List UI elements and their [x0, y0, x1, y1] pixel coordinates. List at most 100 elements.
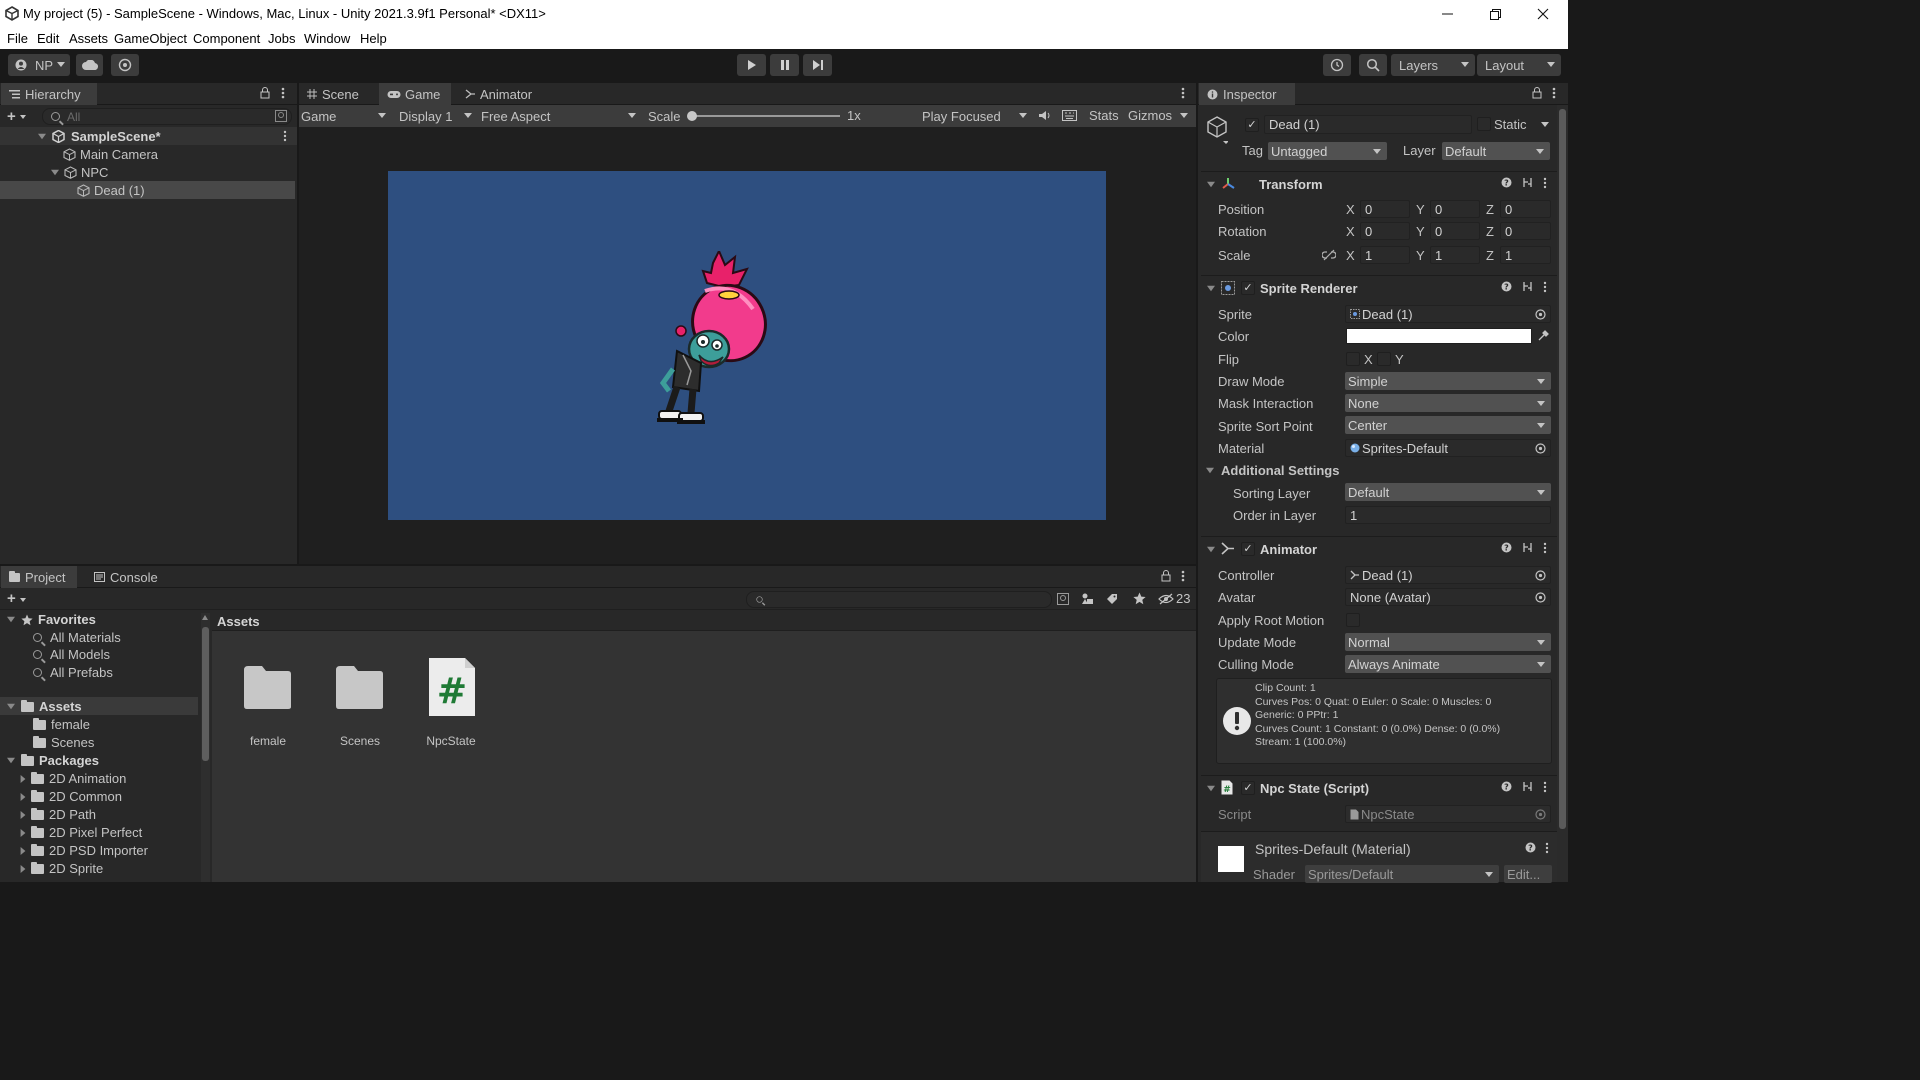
search-options-icon[interactable]: [275, 110, 287, 122]
maximize-button[interactable]: [1471, 0, 1519, 28]
gizmos-dropdown-caret[interactable]: [1180, 113, 1188, 118]
play-button[interactable]: [737, 54, 766, 76]
display-dropdown[interactable]: Display 1: [399, 106, 475, 126]
stats-button[interactable]: Stats: [1089, 108, 1119, 123]
keyboard-shortcuts-icon[interactable]: [1062, 110, 1077, 121]
sprite-object-field[interactable]: Dead (1): [1345, 305, 1551, 323]
additional-settings-foldout[interactable]: Additional Settings: [1205, 463, 1339, 478]
draw-mode-dropdown[interactable]: Simple: [1345, 372, 1551, 390]
eyedropper-icon[interactable]: [1537, 330, 1549, 342]
color-swatch[interactable]: [1346, 328, 1532, 344]
menu-help[interactable]: Help: [360, 31, 387, 46]
static-checkbox[interactable]: [1477, 117, 1491, 131]
layer-dropdown[interactable]: Default: [1442, 142, 1550, 160]
gizmos-button[interactable]: Gizmos: [1128, 108, 1172, 123]
assets-section[interactable]: Assets: [6, 699, 82, 714]
favorites-item-all-prefabs[interactable]: All Prefabs: [33, 665, 113, 680]
tab-animator[interactable]: Animator: [457, 83, 543, 105]
preset-icon[interactable]: [1522, 781, 1533, 793]
rotation-y-field[interactable]: 0: [1430, 222, 1480, 240]
scale-slider-thumb[interactable]: [687, 111, 697, 121]
package-2d-common[interactable]: 2D Common: [20, 789, 122, 804]
help-icon[interactable]: ?: [1525, 842, 1536, 853]
package-2d-path[interactable]: 2D Path: [20, 807, 96, 822]
close-button[interactable]: [1519, 0, 1567, 28]
asset-tile-scenes[interactable]: Scenes: [324, 656, 396, 756]
assets-folder-female[interactable]: female: [33, 717, 90, 732]
culling-mode-dropdown[interactable]: Always Animate: [1345, 655, 1551, 673]
scene-menu-icon[interactable]: [283, 130, 287, 142]
inspector-scrollbar[interactable]: [1557, 105, 1568, 882]
menu-gameobject[interactable]: GameObject: [114, 31, 187, 46]
tag-dropdown[interactable]: Untagged: [1268, 142, 1387, 160]
flip-y-checkbox[interactable]: [1377, 352, 1391, 366]
tree-scrollbar[interactable]: [201, 613, 210, 882]
material-object-field[interactable]: Sprites-Default: [1345, 439, 1551, 457]
step-button[interactable]: [803, 54, 832, 76]
scale-slider[interactable]: Scale 1x: [648, 106, 868, 126]
tab-hierarchy[interactable]: Hierarchy: [1, 83, 97, 105]
assets-folder-scenes[interactable]: Scenes: [33, 735, 94, 750]
menu-edit[interactable]: Edit: [37, 31, 59, 46]
object-picker-icon[interactable]: [1535, 443, 1546, 454]
hidden-packages-toggle[interactable]: 23: [1158, 591, 1190, 606]
tab-console[interactable]: Console: [86, 566, 166, 588]
object-name-field[interactable]: Dead (1): [1264, 115, 1472, 134]
scale-x-field[interactable]: 1: [1360, 246, 1410, 264]
mode-dropdown[interactable]: Game: [301, 106, 389, 126]
hierarchy-item-samplescene[interactable]: SampleScene*: [0, 127, 294, 145]
menu-component[interactable]: Component: [193, 31, 260, 46]
game-render-view[interactable]: [388, 171, 1106, 520]
cloud-button[interactable]: [76, 54, 103, 76]
panel-menu-icon[interactable]: [1552, 87, 1556, 99]
object-picker-icon[interactable]: [1535, 592, 1546, 603]
hierarchy-item-main-camera[interactable]: Main Camera: [0, 145, 294, 163]
position-y-field[interactable]: 0: [1430, 200, 1480, 218]
create-add-button[interactable]: +: [7, 108, 26, 125]
static-dropdown-caret[interactable]: [1541, 122, 1549, 127]
npc-state-enabled-checkbox[interactable]: ✓: [1241, 781, 1255, 795]
object-picker-icon[interactable]: [1535, 309, 1546, 320]
undo-history-button[interactable]: [1323, 54, 1351, 76]
filter-by-label-icon[interactable]: [1106, 593, 1118, 605]
asset-tile-female[interactable]: female: [232, 656, 304, 756]
lock-icon[interactable]: [1532, 87, 1542, 99]
favorites-item-all-models[interactable]: All Models: [33, 647, 110, 662]
transform-header[interactable]: Transform ?: [1201, 171, 1557, 195]
hierarchy-item-npc[interactable]: NPC: [0, 163, 294, 181]
scale-z-field[interactable]: 1: [1500, 246, 1551, 264]
rotation-z-field[interactable]: 0: [1500, 222, 1551, 240]
apply-root-motion-checkbox[interactable]: [1346, 613, 1360, 627]
tab-inspector[interactable]: Inspector: [1199, 83, 1295, 105]
help-icon[interactable]: ?: [1501, 781, 1512, 793]
sprite-sort-point-dropdown[interactable]: Center: [1345, 416, 1551, 434]
tab-scene[interactable]: Scene: [299, 83, 375, 105]
position-x-field[interactable]: 0: [1360, 200, 1410, 218]
component-menu-icon[interactable]: [1543, 281, 1547, 293]
minimize-button[interactable]: [1423, 0, 1471, 28]
scale-y-field[interactable]: 1: [1430, 246, 1480, 264]
favorites-section[interactable]: Favorites: [6, 612, 96, 627]
preset-icon[interactable]: [1522, 177, 1533, 189]
layers-dropdown[interactable]: Layers: [1391, 54, 1475, 76]
layout-dropdown[interactable]: Layout: [1477, 54, 1561, 76]
link-constrain-icon[interactable]: [1322, 249, 1336, 261]
scale-slider-track[interactable]: [688, 115, 840, 117]
mask-interaction-dropdown[interactable]: None: [1345, 394, 1551, 412]
package-2d-pixel-perfect[interactable]: 2D Pixel Perfect: [20, 825, 142, 840]
lock-icon[interactable]: [1161, 570, 1171, 582]
position-z-field[interactable]: 0: [1500, 200, 1551, 218]
avatar-object-field[interactable]: None (Avatar): [1345, 588, 1551, 606]
preset-icon[interactable]: [1522, 542, 1533, 554]
object-active-checkbox[interactable]: ✓: [1245, 118, 1259, 132]
account-button[interactable]: NP: [8, 54, 70, 76]
help-icon[interactable]: ?: [1501, 177, 1512, 189]
shader-edit-button[interactable]: Edit...: [1504, 865, 1552, 883]
help-icon[interactable]: ?: [1501, 281, 1512, 293]
panel-menu-icon[interactable]: [281, 87, 285, 99]
flip-x-checkbox[interactable]: [1346, 352, 1360, 366]
collab-button[interactable]: [111, 54, 139, 76]
package-2d-sprite[interactable]: 2D Sprite: [20, 861, 103, 876]
component-menu-icon[interactable]: [1543, 542, 1547, 554]
package-2d-psd-importer[interactable]: 2D PSD Importer: [20, 843, 148, 858]
